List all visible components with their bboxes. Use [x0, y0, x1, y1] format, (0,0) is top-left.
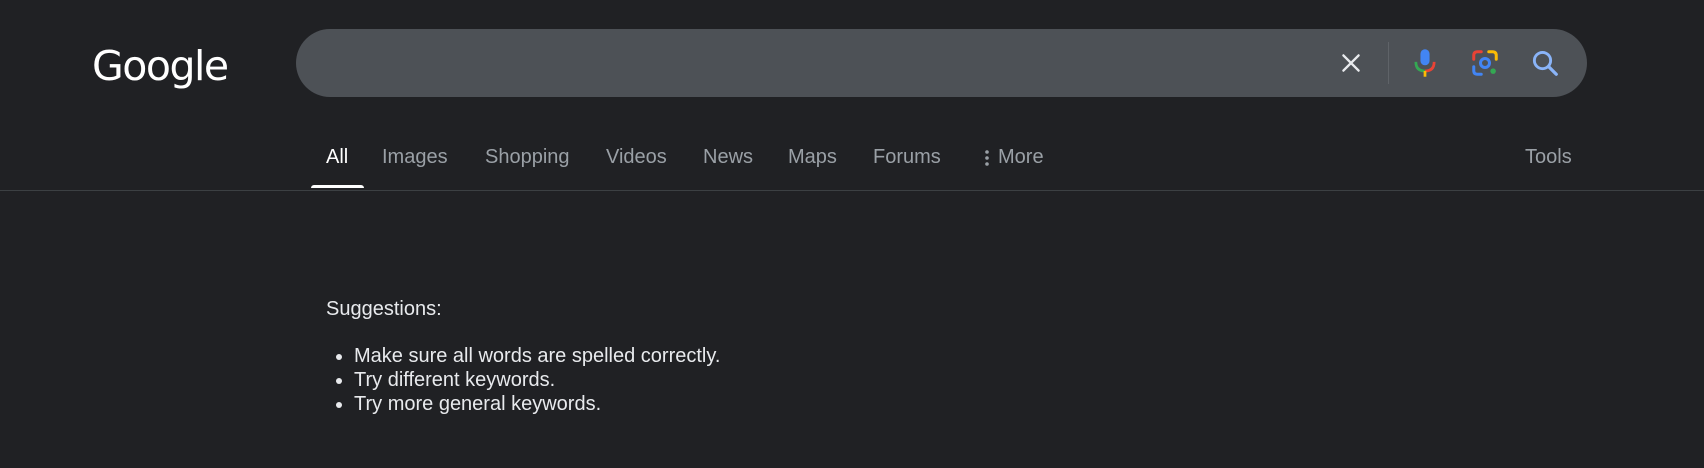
suggestions-list: Make sure all words are spelled correctl…: [326, 344, 720, 416]
suggestions-heading: Suggestions:: [326, 298, 442, 320]
search-bar: [296, 29, 1587, 97]
tab-shopping[interactable]: Shopping: [485, 140, 570, 174]
google-logo[interactable]: Google: [92, 36, 229, 96]
tab-videos[interactable]: Videos: [606, 140, 667, 174]
list-item: Try different keywords.: [354, 368, 720, 392]
list-item: Make sure all words are spelled correctl…: [354, 344, 720, 368]
search-results-page: Google All Images Shopping Videos News M…: [0, 0, 1704, 468]
tab-more[interactable]: More: [984, 140, 1044, 174]
active-tab-indicator: [311, 185, 364, 188]
close-icon: [1342, 54, 1360, 72]
tools-button[interactable]: Tools: [1525, 140, 1572, 174]
search-button[interactable]: [1525, 43, 1565, 83]
microphone-icon: [1414, 49, 1436, 77]
lens-icon: [1472, 50, 1498, 76]
search-icon: [1532, 50, 1558, 76]
tab-forums[interactable]: Forums: [873, 140, 941, 174]
voice-search-button[interactable]: [1405, 43, 1445, 83]
tab-all[interactable]: All: [326, 140, 348, 174]
tab-maps[interactable]: Maps: [788, 140, 837, 174]
more-vert-icon: [985, 149, 989, 166]
tab-news[interactable]: News: [703, 140, 753, 174]
search-bar-divider: [1388, 42, 1389, 84]
tabs-divider: [0, 190, 1704, 191]
tab-more-label: More: [998, 146, 1044, 168]
lens-search-button[interactable]: [1465, 43, 1505, 83]
clear-search-button[interactable]: [1331, 43, 1371, 83]
list-item: Try more general keywords.: [354, 392, 720, 416]
tab-images[interactable]: Images: [382, 140, 448, 174]
search-input[interactable]: [326, 43, 1330, 85]
